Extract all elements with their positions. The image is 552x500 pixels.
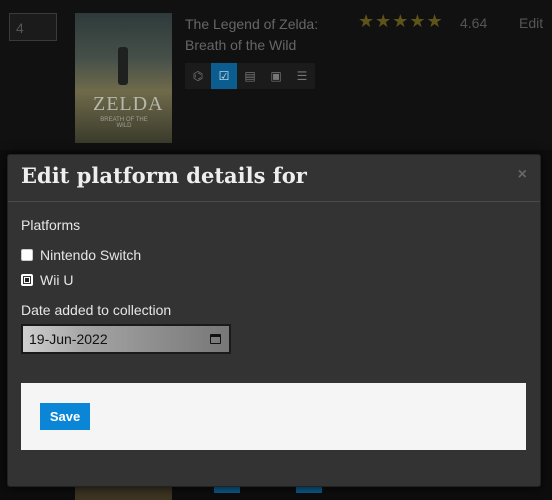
rating-value: 4.64 [460,15,488,31]
platforms-label: Platforms [21,217,81,233]
date-value: 19-Jun-2022 [29,331,108,347]
cover-logo: ZELDA [93,93,164,115]
platform-option-nintendo-switch[interactable]: Nintendo Switch [21,247,141,263]
game-toolbar: ⌬ ☑ ▤ ▣ ☰ [185,63,315,89]
platform-label: Wii U [40,272,74,288]
platform-option-wii-u[interactable]: Wii U [21,272,73,288]
gamepad-icon[interactable]: ⌬ [185,63,211,89]
cover-figure [118,47,128,85]
edit-platform-modal: Edit platform details for × Platforms Ni… [7,154,541,487]
cover-logo-sub: BREATH OF THE WILD [100,117,148,129]
rank-input[interactable]: 4 [9,13,57,41]
calendar-icon[interactable] [210,334,221,344]
checkbox[interactable] [21,274,33,286]
checkbox[interactable] [21,249,33,261]
list-icon[interactable]: ▤ [237,63,263,89]
checkbox-icon[interactable]: ☑ [211,63,237,89]
edit-link[interactable]: Edit [519,15,543,31]
game-title-link[interactable]: The Legend of Zelda: Breath of the Wild [185,14,335,56]
save-button[interactable]: Save [40,403,90,430]
star-rating[interactable]: ★★★★★ [358,11,444,32]
date-added-label: Date added to collection [21,302,172,318]
game-cover-image[interactable]: ZELDA BREATH OF THE WILD [75,13,172,143]
platform-label: Nintendo Switch [40,247,142,263]
modal-header: Edit platform details for × [8,155,540,202]
date-added-input[interactable]: 19-Jun-2022 [21,324,231,354]
save-icon[interactable]: ▣ [263,63,289,89]
close-icon[interactable]: × [518,166,527,184]
game-list-row: 4 ZELDA BREATH OF THE WILD The Legend of… [0,0,552,150]
modal-title: Edit platform details for [21,163,307,188]
modal-footer: Save [21,383,526,450]
next-cover-image [75,485,172,500]
menu-icon[interactable]: ☰ [289,63,315,89]
